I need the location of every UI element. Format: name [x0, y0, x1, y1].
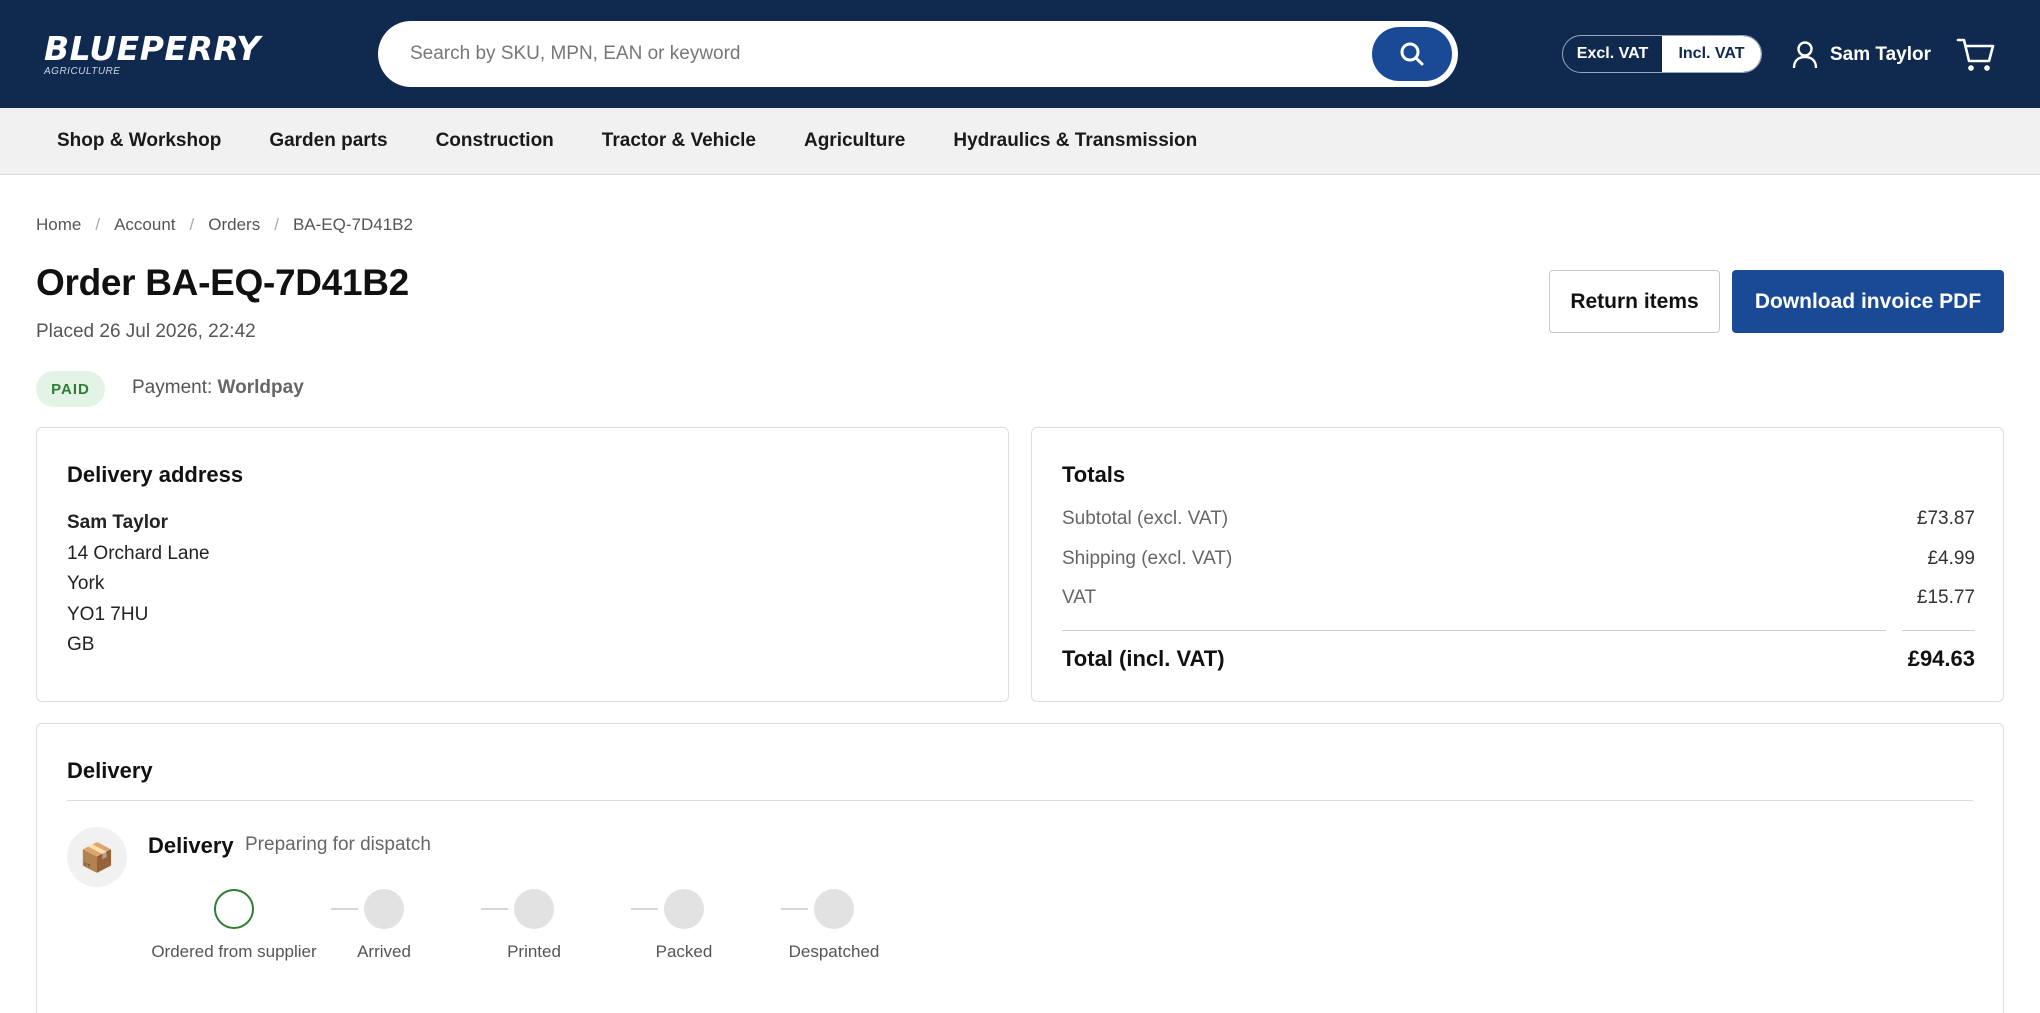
delivery-card: Delivery 📦 Delivery Preparing for dispat… — [36, 723, 2004, 1013]
breadcrumb-separator: / — [189, 215, 195, 234]
total-value: £94.63 — [1907, 646, 1975, 671]
totals-value: £73.87 — [1916, 508, 1975, 529]
breadcrumb: Home / Account / Orders / BA-EQ-7D41B2 — [36, 215, 413, 235]
page-title: Order BA-EQ-7D41B2 — [36, 262, 409, 303]
totals-value: £4.99 — [1927, 548, 1975, 569]
cart-icon — [1956, 38, 1995, 71]
payment-info: Payment: Worldpay — [132, 377, 304, 399]
order-placed-date: Placed 26 Jul 2026, 22:42 — [36, 321, 256, 342]
breadcrumb-current: BA-EQ-7D41B2 — [292, 215, 413, 234]
step-indicator — [814, 889, 854, 929]
account-link[interactable]: Sam Taylor — [1792, 38, 1931, 72]
nav-tractor-vehicle[interactable]: Tractor & Vehicle — [602, 130, 756, 152]
delivery-title: Delivery — [67, 758, 153, 783]
nav-shop-workshop[interactable]: Shop & Workshop — [57, 130, 221, 152]
search-bar — [378, 21, 1458, 87]
breadcrumb-orders[interactable]: Orders — [208, 215, 260, 235]
nav-garden-parts[interactable]: Garden parts — [269, 130, 387, 152]
totals-row-total: Total (incl. VAT) £94.63 — [1062, 646, 1975, 672]
nav-construction[interactable]: Construction — [436, 130, 554, 152]
totals-divider — [1062, 630, 1886, 631]
delivery-address-card: Delivery address Sam Taylor 14 Orchard L… — [36, 427, 1009, 702]
delivery-divider — [67, 800, 1973, 801]
totals-row-vat: VAT £15.77 — [1062, 587, 1975, 609]
totals-card: Totals Subtotal (excl. VAT) £73.87 Shipp… — [1031, 427, 2004, 702]
step-indicator — [664, 889, 704, 929]
totals-label: Subtotal (excl. VAT) — [1062, 508, 1229, 529]
step-label: Ordered from supplier — [151, 942, 317, 961]
return-items-button[interactable]: Return items — [1549, 270, 1720, 333]
totals-row-subtotal: Subtotal (excl. VAT) £73.87 — [1062, 508, 1975, 530]
total-label: Total (incl. VAT) — [1062, 646, 1225, 671]
search-button[interactable] — [1372, 27, 1452, 81]
address-name: Sam Taylor — [67, 512, 169, 533]
search-icon — [1400, 42, 1424, 66]
step-indicator — [514, 889, 554, 929]
totals-value: £15.77 — [1916, 587, 1975, 608]
delivery-label: Delivery — [148, 833, 234, 858]
breadcrumb-separator: / — [95, 215, 101, 234]
breadcrumb-home[interactable]: Home — [36, 215, 81, 235]
breadcrumb-separator: / — [274, 215, 279, 234]
delivery-status: Preparing for dispatch — [245, 834, 431, 855]
download-invoice-button[interactable]: Download invoice PDF — [1732, 270, 2004, 333]
totals-label: Shipping (excl. VAT) — [1062, 548, 1233, 569]
address-postcode: YO1 7HU — [67, 603, 149, 625]
nav-agriculture[interactable]: Agriculture — [804, 130, 905, 152]
status-badge: PAID — [36, 371, 105, 407]
search-input[interactable] — [410, 21, 1370, 87]
user-icon — [1792, 41, 1818, 69]
address-block: Sam Taylor 14 Orchard Lane York YO1 7HU … — [67, 508, 210, 661]
totals-label: VAT — [1062, 587, 1097, 608]
brand-logo[interactable]: BLUEPERRY AGRICULTURE — [44, 32, 261, 77]
step-indicator-current — [214, 889, 254, 929]
breadcrumb-account[interactable]: Account — [114, 215, 175, 235]
totals-title: Totals — [1062, 462, 1126, 487]
step-indicator — [364, 889, 404, 929]
brand-name: BLUEPERRY — [44, 29, 261, 68]
step-label: Printed — [507, 942, 561, 961]
step-label: Despatched — [788, 942, 880, 961]
user-name: Sam Taylor — [1830, 44, 1932, 65]
totals-row-shipping: Shipping (excl. VAT) £4.99 — [1062, 548, 1975, 570]
address-city: York — [67, 573, 105, 594]
step-despatched: Despatched — [744, 889, 924, 962]
step-label: Arrived — [357, 942, 411, 961]
vat-option-excl[interactable]: Excl. VAT — [1563, 36, 1662, 72]
cart-button[interactable] — [1956, 36, 1996, 74]
totals-divider — [1902, 630, 1975, 631]
address-country: GB — [67, 634, 95, 655]
payment-label: Payment: — [132, 377, 213, 398]
site-header: BLUEPERRY AGRICULTURE Excl. VAT Incl. VA… — [0, 0, 2040, 108]
step-label: Packed — [655, 942, 713, 961]
category-nav: Shop & Workshop Garden parts Constructio… — [0, 108, 2040, 175]
vat-option-incl[interactable]: Incl. VAT — [1662, 36, 1761, 72]
payment-method: Worldpay — [217, 377, 304, 398]
delivery-address-title: Delivery address — [67, 462, 244, 487]
package-icon: 📦 — [67, 827, 127, 887]
nav-hydraulics-transmission[interactable]: Hydraulics & Transmission — [953, 130, 1197, 152]
address-line1: 14 Orchard Lane — [67, 542, 210, 564]
vat-toggle: Excl. VAT Incl. VAT — [1562, 35, 1762, 73]
